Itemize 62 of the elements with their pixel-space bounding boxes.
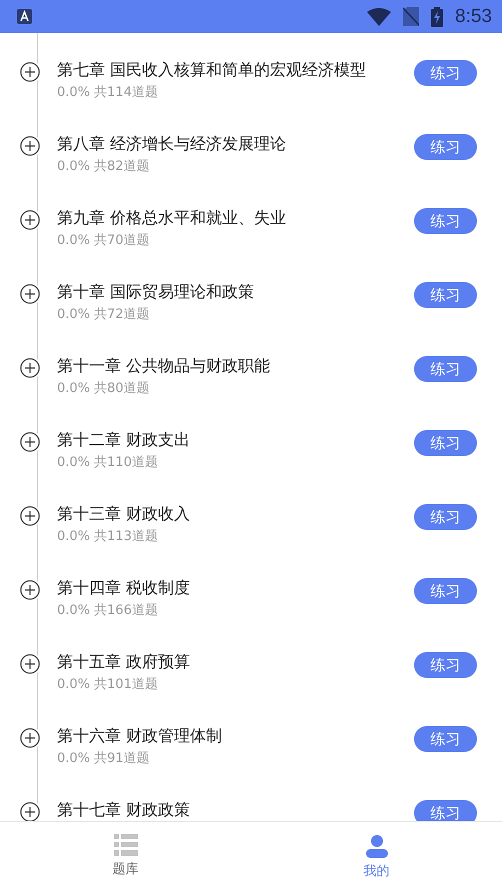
expand-icon[interactable] (20, 800, 40, 821)
progress-percent: 0.0% (57, 454, 90, 472)
chapter-title: 第十一章 公共物品与财政职能 (57, 355, 270, 377)
chapter-title: 第九章 价格总水平和就业、失业 (57, 207, 286, 229)
question-count: 共80道题 (94, 380, 150, 398)
question-count: 共91道题 (94, 750, 150, 768)
question-count: 共82道题 (94, 158, 150, 176)
chapter-title: 第七章 国民收入核算和简单的宏观经济模型 (57, 59, 366, 81)
practice-button[interactable]: 练习 (414, 504, 477, 530)
chapter-title: 第十章 国际贸易理论和政策 (57, 281, 254, 303)
app-icon (17, 9, 32, 24)
expand-icon[interactable] (20, 208, 40, 232)
wifi-icon (367, 8, 392, 26)
progress-percent: 0.0% (57, 306, 90, 324)
no-sim-icon (403, 7, 420, 26)
practice-button[interactable]: 练习 (414, 282, 477, 308)
practice-button[interactable]: 练习 (414, 356, 477, 382)
chapter-title: 第十三章 财政收入 (57, 503, 190, 525)
progress-percent: 0.0% (57, 158, 90, 176)
expand-icon[interactable] (20, 726, 40, 750)
practice-button[interactable]: 练习 (414, 208, 477, 234)
question-count: 共101道题 (94, 676, 158, 694)
expand-icon[interactable] (20, 356, 40, 380)
practice-button[interactable]: 练习 (414, 800, 477, 821)
expand-icon[interactable] (20, 578, 40, 602)
question-count: 共114道题 (94, 84, 158, 102)
nav-tab[interactable]: 我的 (364, 862, 390, 880)
chapter-title: 第十七章 财政政策 (57, 799, 190, 821)
expand-icon[interactable] (20, 134, 40, 158)
chapter-title: 第十五章 政府预算 (57, 651, 190, 673)
chapter-title: 第八章 经济增长与经济发展理论 (57, 133, 286, 155)
chapter-title: 第十四章 税收制度 (57, 577, 190, 599)
practice-button[interactable]: 练习 (414, 60, 477, 86)
practice-button[interactable]: 练习 (414, 134, 477, 160)
progress-percent: 0.0% (57, 750, 90, 768)
list-icon (114, 834, 138, 856)
question-count: 共113道题 (94, 528, 158, 546)
practice-button[interactable]: 练习 (414, 726, 477, 752)
progress-percent: 0.0% (57, 676, 90, 694)
question-count: 共70道题 (94, 232, 150, 250)
question-count: 共72道题 (94, 306, 150, 324)
question-count: 共110道题 (94, 454, 158, 472)
battery-charging-icon (431, 6, 444, 26)
question-count: 共166道题 (94, 602, 158, 620)
chapter-title: 第十六章 财政管理体制 (57, 725, 222, 747)
expand-icon[interactable] (20, 652, 40, 676)
chapter-title: 第十二章 财政支出 (57, 429, 190, 451)
progress-percent: 0.0% (57, 528, 90, 546)
expand-icon[interactable] (20, 504, 40, 528)
person-icon (364, 834, 388, 858)
expand-icon[interactable] (20, 430, 40, 454)
nav-tab[interactable]: 题库 (112, 860, 138, 878)
progress-percent: 0.0% (57, 232, 90, 250)
progress-percent: 0.0% (57, 380, 90, 398)
expand-icon[interactable] (20, 60, 40, 84)
practice-button[interactable]: 练习 (414, 652, 477, 678)
practice-button[interactable]: 练习 (414, 430, 477, 456)
progress-percent: 0.0% (57, 84, 90, 102)
clock-time: 8:53 (455, 6, 492, 28)
expand-icon[interactable] (20, 282, 40, 306)
practice-button[interactable]: 练习 (414, 578, 477, 604)
progress-percent: 0.0% (57, 602, 90, 620)
